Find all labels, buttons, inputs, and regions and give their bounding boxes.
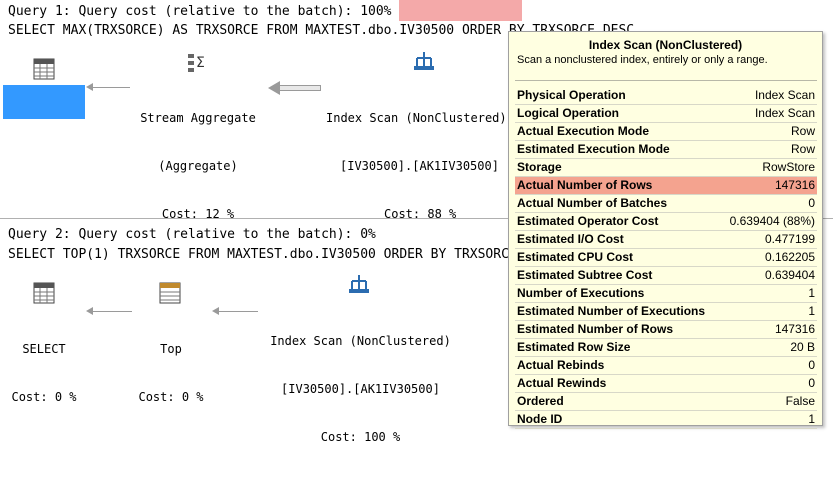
tooltip-row: Estimated Subtree Cost 0.639404	[515, 267, 817, 285]
q2-scan-label: Index Scan (NonClustered)	[270, 334, 451, 348]
tooltip-properties: Physical Operation Index Scan Logical Oper…	[515, 87, 817, 429]
property-name: Storage	[517, 160, 562, 174]
index-scan-icon	[348, 273, 370, 299]
tooltip-row: Logical Operation Index Scan	[515, 105, 817, 123]
q1-scan-cost: Cost: 88 %	[384, 207, 457, 221]
q1-stream-label: Stream Aggregate	[140, 111, 256, 125]
cost-highlight	[399, 0, 522, 21]
tooltip-description: Scan a nonclustered index, entirely or o…	[517, 54, 768, 66]
property-value: Index Scan	[754, 88, 815, 102]
tooltip-row: Estimated Number of Executions 1	[515, 303, 817, 321]
operator-tooltip: Index Scan (NonClustered) Scan a nonclus…	[508, 31, 823, 429]
query1-header: Query 1: Query cost (relative to the bat…	[8, 4, 392, 19]
q2-arrow-1	[92, 311, 132, 312]
property-value: 1	[808, 412, 815, 426]
property-value: 0.639404	[764, 268, 815, 282]
tooltip-row: Estimated Row Size 20 B	[515, 339, 817, 357]
property-name: Estimated CPU Cost	[517, 250, 634, 264]
property-name: Actual Number of Rows	[517, 178, 653, 192]
property-name: Estimated Row Size	[517, 340, 631, 354]
property-value: 0	[808, 358, 815, 372]
property-value: RowStore	[762, 160, 815, 174]
q2-scan-cost: Cost: 100 %	[320, 430, 401, 444]
q1-stream-sub: (Aggregate)	[158, 159, 238, 173]
tooltip-row: Actual Execution Mode Row	[515, 123, 817, 141]
property-name: Actual Rebinds	[517, 358, 605, 372]
q1-arrow-2	[279, 85, 321, 91]
property-name: Physical Operation	[517, 88, 626, 102]
property-name: Estimated Number of Executions	[517, 304, 706, 318]
property-value: Index Scan	[754, 106, 815, 120]
property-value: 147316	[774, 178, 815, 192]
property-value: 0.639404 (88%)	[729, 214, 815, 228]
tooltip-row: Ordered False	[515, 393, 817, 411]
q2-top-label: Top	[160, 342, 182, 356]
stream-aggregate-icon: Σ	[187, 52, 211, 78]
tooltip-row: Estimated Number of Rows 147316	[515, 321, 817, 339]
q1-scan-label: Index Scan (NonClustered)	[326, 111, 507, 125]
property-name: Estimated Operator Cost	[517, 214, 659, 228]
query2-header: Query 2: Query cost (relative to the bat…	[8, 227, 376, 242]
tooltip-row: Storage RowStore	[515, 159, 817, 177]
tooltip-row: Estimated CPU Cost 0.162205	[515, 249, 817, 267]
tooltip-row: Actual Number of Batches 0	[515, 195, 817, 213]
property-name: Actual Execution Mode	[517, 124, 650, 138]
q2-arrow-2	[218, 311, 258, 312]
q2-top-cost: Cost: 0 %	[138, 390, 204, 404]
select-icon	[33, 282, 55, 308]
property-value: 20 B	[790, 340, 815, 354]
property-name: Logical Operation	[517, 106, 620, 120]
tooltip-row: Estimated Execution Mode Row	[515, 141, 817, 159]
tooltip-row: Estimated Operator Cost 0.639404 (88%)	[515, 213, 817, 231]
tooltip-row: Actual Rebinds 0	[515, 357, 817, 375]
query2-sql: SELECT TOP(1) TRXSORCE FROM MAXTEST.dbo.…	[8, 247, 508, 262]
select-icon	[33, 58, 55, 84]
property-value: 1	[808, 286, 815, 300]
property-name: Number of Executions	[517, 286, 645, 300]
property-name: Node ID	[517, 412, 563, 426]
tooltip-row: Estimated I/O Cost 0.477199	[515, 231, 817, 249]
tooltip-row: Physical Operation Index Scan	[515, 87, 817, 105]
index-scan-icon	[413, 50, 435, 76]
q2-scan-sub: [IV30500].[AK1IV30500]	[281, 382, 440, 396]
property-value: 0	[808, 196, 815, 210]
property-name: Estimated Subtree Cost	[517, 268, 653, 282]
property-value: 0.162205	[764, 250, 815, 264]
q1-stream-cost: Cost: 12 %	[161, 207, 235, 221]
property-name: Ordered	[517, 394, 564, 408]
property-value: 147316	[774, 322, 815, 336]
property-value: False	[785, 394, 815, 408]
q1-arrow-1	[92, 87, 130, 88]
property-name: Actual Rewinds	[517, 376, 607, 390]
tooltip-row: Node ID 1	[515, 411, 817, 429]
q2-select-label: SELECT	[22, 342, 66, 356]
tooltip-row: Number of Executions 1	[515, 285, 817, 303]
property-name: Estimated Number of Rows	[517, 322, 674, 336]
property-name: Actual Number of Batches	[517, 196, 668, 210]
property-name: Estimated I/O Cost	[517, 232, 624, 246]
property-name: Estimated Execution Mode	[517, 142, 670, 156]
property-value: 0	[808, 376, 815, 390]
property-value: Row	[790, 142, 815, 156]
q1-select-label: SELECT	[22, 119, 66, 133]
tooltip-divider	[515, 80, 817, 81]
q2-select-cost: Cost: 0 %	[11, 390, 77, 404]
q1-scan-sub: [IV30500].[AK1IV30500]	[340, 159, 499, 173]
tooltip-row: Actual Rewinds 0	[515, 375, 817, 393]
top-icon	[159, 282, 181, 308]
svg-text:Σ: Σ	[196, 55, 205, 71]
tooltip-row: Actual Number of Rows 147316	[515, 177, 817, 195]
property-value: 1	[808, 304, 815, 318]
property-value: 0.477199	[764, 232, 815, 246]
tooltip-title: Index Scan (NonClustered)	[588, 38, 743, 52]
property-value: Row	[790, 124, 815, 138]
q1-select-cost: Cost: 0 %	[11, 167, 77, 181]
